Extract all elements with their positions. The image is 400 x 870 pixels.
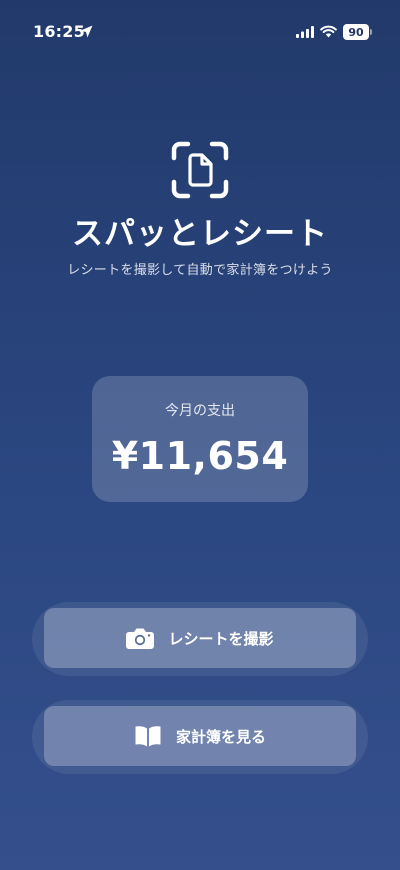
battery-level: 90 (348, 25, 364, 39)
camera-icon (126, 628, 155, 649)
battery-tip (370, 29, 372, 35)
battery-icon: 90 (343, 24, 369, 40)
book-icon (135, 726, 161, 747)
wifi-icon (320, 25, 337, 38)
view-ledger-button[interactable]: 家計簿を見る (44, 706, 356, 766)
monthly-spend-card: 今月の支出 ¥11,654 (92, 376, 308, 502)
monthly-spend-amount: ¥11,654 (111, 434, 289, 478)
capture-button-container: レシートを撮影 (32, 602, 368, 676)
view-ledger-label: 家計簿を見る (175, 727, 266, 746)
status-bar: 16:25 90 (0, 0, 400, 56)
document-scan-icon (171, 141, 229, 199)
cellular-signal-icon (296, 26, 314, 38)
capture-receipt-button[interactable]: レシートを撮影 (44, 608, 356, 668)
ledger-button-container: 家計簿を見る (32, 700, 368, 774)
app-subtitle: レシートを撮影して自動で家計簿をつけよう (67, 263, 333, 278)
monthly-spend-label: 今月の支出 (165, 403, 235, 419)
capture-receipt-label: レシートを撮影 (168, 629, 274, 648)
status-time: 16:25 (33, 22, 85, 41)
location-arrow-icon (80, 25, 93, 38)
app-title: スパッとレシート (72, 216, 328, 252)
